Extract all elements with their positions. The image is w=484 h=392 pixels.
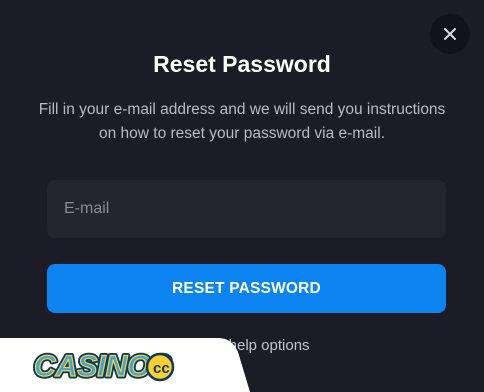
reset-password-modal: Reset Password Fill in your e-mail addre… [0,0,484,392]
email-field[interactable] [47,180,446,238]
close-icon [444,28,456,40]
close-button[interactable] [430,14,470,54]
casinos-watermark: CASINOS CASINOS cc [0,338,250,392]
modal-title: Reset Password [153,51,331,77]
svg-text:cc: cc [153,360,170,377]
reset-password-button[interactable]: RESET PASSWORD [47,264,446,313]
modal-description: Fill in your e-mail address and we will … [38,101,446,142]
